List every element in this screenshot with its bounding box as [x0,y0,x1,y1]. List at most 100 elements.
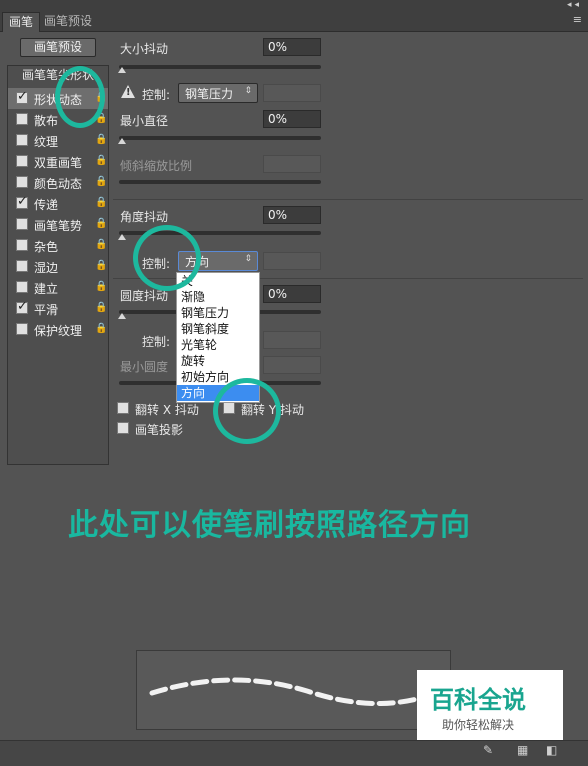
brush-setting-label: 画笔笔势 [34,219,83,233]
panel-top-bar [0,0,588,12]
brush-setting-label: 保护纹理 [34,324,83,338]
dropdown-option[interactable]: 钢笔压力 [177,305,259,321]
watermark-title: 百科全说 [430,686,526,714]
annotation-circle [213,378,281,444]
new-brush-icon[interactable]: ◧ [546,743,557,757]
angle-jitter-label: 角度抖动 [120,210,169,224]
dropdown-option[interactable]: 光笔轮 [177,337,259,353]
checkbox[interactable] [16,260,28,272]
control-field-1 [263,84,321,102]
brush-setting-label: 散布 [34,114,59,128]
lock-icon[interactable]: 🔒 [95,197,107,208]
lock-icon[interactable]: 🔒 [95,302,107,313]
annotation-text: 此处可以使笔刷按照路径方向 [68,508,471,543]
stroke-preview-graphic [149,677,420,706]
control-select-1[interactable]: 钢笔压力 ⇕ [178,83,258,103]
checkbox[interactable] [16,239,28,251]
size-jitter-thumb[interactable] [118,67,126,73]
up-down-arrow-icon: ⇕ [244,254,252,264]
lock-icon[interactable]: 🔒 [95,281,107,292]
panel-grid-icon[interactable]: ▦ [517,743,528,757]
lock-icon[interactable]: 🔒 [95,155,107,166]
control-field-3 [263,331,321,349]
brush-setting-label: 双重画笔 [34,156,83,170]
checkbox[interactable] [16,218,28,230]
collapse-icon[interactable]: ◂◂ [567,0,582,10]
dropdown-option[interactable]: 旋转 [177,353,259,369]
divider [113,199,583,200]
brush-setting-item[interactable]: 平滑 🔒 [8,298,108,319]
checkbox[interactable] [16,176,28,188]
checkbox[interactable] [16,323,28,335]
warning-mark: ! [126,87,131,98]
annotation-circle [55,66,105,128]
size-jitter-field[interactable]: 0% [263,38,321,56]
checkbox[interactable] [16,134,28,146]
watermark-subtitle: 助你轻松解决 [442,718,515,732]
min-diameter-thumb[interactable] [118,138,126,144]
tilt-scale-slider [119,180,321,184]
tab-brush[interactable]: 画笔 [2,12,41,32]
size-jitter-slider[interactable] [119,65,321,69]
checkbox[interactable] [16,299,28,314]
min-diameter-label: 最小直径 [120,114,169,128]
control-label-1: 控制: [142,88,171,102]
control-label-3: 控制: [142,335,171,349]
lock-icon[interactable]: 🔒 [95,323,107,334]
roundness-jitter-thumb[interactable] [118,313,126,319]
dropdown-option[interactable]: 渐隐 [177,289,259,305]
brush-projection-label: 画笔投影 [135,423,184,437]
tilt-scale-field [263,155,321,173]
checkbox[interactable] [16,155,28,167]
brush-setting-item[interactable]: 保护纹理 🔒 [8,319,108,340]
brush-setting-item[interactable]: 画笔笔势 🔒 [8,214,108,235]
flip-x-label: 翻转 X 抖动 [135,403,199,417]
brush-setting-item[interactable]: 颜色动态 🔒 [8,172,108,193]
brush-setting-item[interactable]: 双重画笔 🔒 [8,151,108,172]
toggle-preview-icon[interactable]: ✎ [483,743,493,757]
min-roundness-field [263,356,321,374]
brush-setting-label: 杂色 [34,240,59,254]
annotation-circle [133,225,201,291]
brush-setting-item[interactable]: 纹理 🔒 [8,130,108,151]
brush-setting-label: 传递 [34,198,59,212]
brush-setting-item[interactable]: 建立 🔒 [8,277,108,298]
brush-setting-label: 建立 [34,282,59,296]
brush-setting-item[interactable]: 湿边 🔒 [8,256,108,277]
lock-icon[interactable]: 🔒 [95,239,107,250]
brush-setting-label: 平滑 [34,303,59,317]
panel-bottom-bar [0,740,588,766]
lock-icon[interactable]: 🔒 [95,134,107,145]
flip-x-checkbox[interactable] [117,402,129,414]
lock-icon[interactable]: 🔒 [95,176,107,187]
brush-setting-label: 湿边 [34,261,59,275]
control-select-1-value: 钢笔压力 [185,87,234,101]
angle-jitter-field[interactable]: 0% [263,206,321,224]
brush-setting-label: 颜色动态 [34,177,83,191]
min-diameter-slider[interactable] [119,136,321,140]
checkbox[interactable] [16,89,28,104]
dropdown-option[interactable]: 钢笔斜度 [177,321,259,337]
brush-setting-item[interactable]: 杂色 🔒 [8,235,108,256]
min-diameter-field[interactable]: 0% [263,110,321,128]
angle-jitter-thumb[interactable] [118,234,126,240]
control-field-2 [263,252,321,270]
roundness-jitter-field[interactable]: 0% [263,285,321,303]
brush-projection-checkbox[interactable] [117,422,129,434]
lock-icon[interactable]: 🔒 [95,260,107,271]
tab-brush-presets[interactable]: 画笔预设 [38,12,98,32]
tab-bar: 画笔 画笔预设 [0,12,588,32]
up-down-arrow-icon: ⇕ [244,86,252,96]
lock-icon[interactable]: 🔒 [95,218,107,229]
min-roundness-label: 最小圆度 [120,360,169,374]
brush-setting-item[interactable]: 传递 🔒 [8,193,108,214]
panel-menu-icon[interactable]: ≡ [573,13,582,26]
checkbox[interactable] [16,113,28,125]
tilt-scale-label: 倾斜缩放比例 [120,159,193,173]
checkbox[interactable] [16,281,28,293]
brush-setting-label: 纹理 [34,135,59,149]
checkbox[interactable] [16,194,28,209]
brush-presets-button[interactable]: 画笔预设 [20,38,96,57]
size-jitter-label: 大小抖动 [120,42,169,56]
brush-stroke-preview [136,650,451,730]
